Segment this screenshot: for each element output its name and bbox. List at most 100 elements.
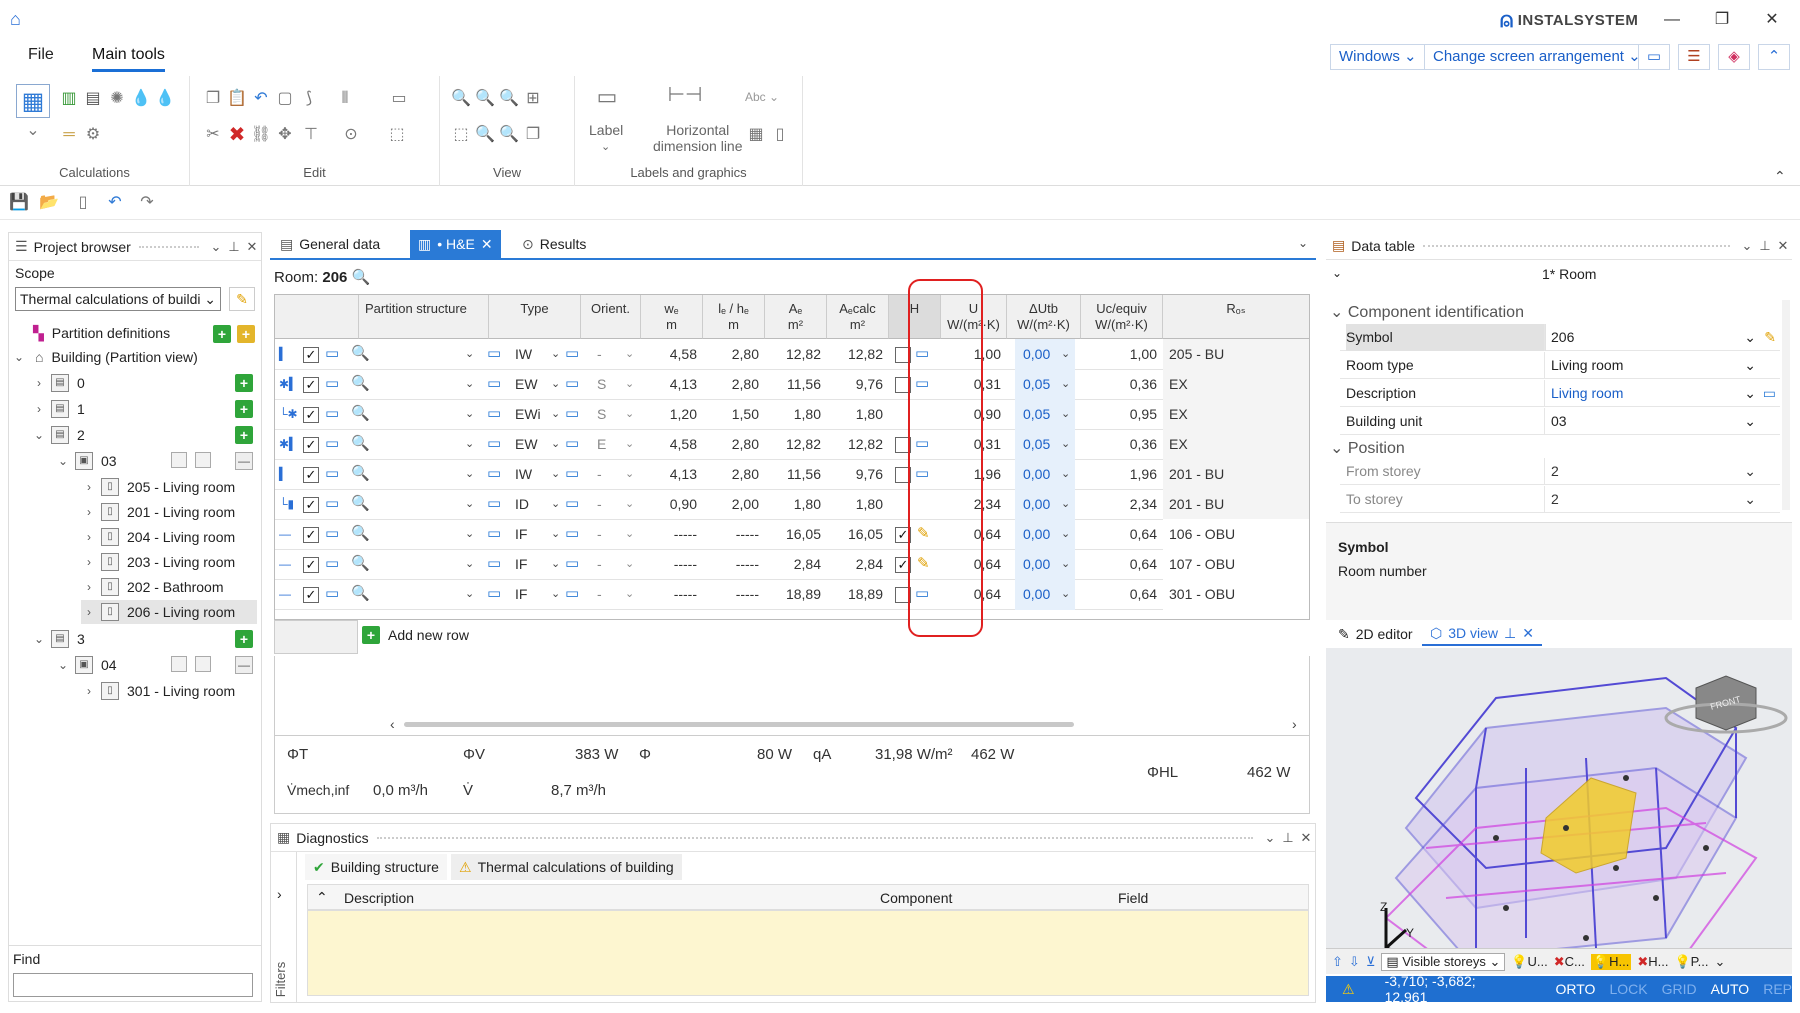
zoom-in-icon[interactable]: 🔍 (450, 88, 472, 110)
ribbon-collapse-icon[interactable]: ⌃ (1774, 168, 1786, 185)
row-checkbox[interactable]: ✓ (303, 437, 319, 453)
search-icon[interactable]: 🔍 (351, 494, 370, 512)
lock-toggle[interactable]: LOCK (1609, 981, 1647, 997)
chevron-down-icon[interactable]: ⌄ (1061, 429, 1070, 460)
to-storey-field[interactable]: 2 ⌄ (1544, 486, 1780, 513)
toggle-c-button[interactable]: ✖C... (1554, 954, 1585, 970)
table-row[interactable]: ✱▍ ✓ ▭ 🔍 ⌄ ▭ EW ⌄ ▭ E ⌄ 4,58 2,80 12,82 12,82 0,31 0,05 ⌄… (275, 429, 1309, 460)
calculator-icon[interactable]: ▦ (16, 84, 50, 118)
cell-we[interactable]: 1,20 (641, 399, 697, 430)
menu-file[interactable]: File (28, 46, 54, 64)
row-checkbox[interactable]: ✓ (303, 587, 319, 603)
symbol-field[interactable]: 206 ⌄ ✎ (1544, 324, 1780, 351)
tab-results[interactable]: ⊙ Results (514, 230, 594, 258)
link-icon[interactable]: ⛓ (250, 124, 272, 146)
windows-dropdown[interactable]: Windows ⌄ (1330, 44, 1426, 70)
cell-we[interactable]: 4,13 (641, 369, 697, 400)
diag-tab-thermal[interactable]: ⚠ Thermal calculations of building (451, 854, 682, 880)
zoom-area-icon[interactable]: ⊞ (522, 88, 544, 110)
chevron-down-icon[interactable]: ⌄ (1061, 489, 1070, 520)
row-checkbox[interactable]: ✓ (303, 527, 319, 543)
chevron-right-icon[interactable]: › (81, 530, 97, 544)
search-icon[interactable]: 🔍 (351, 374, 370, 392)
chevron-down-icon[interactable]: ⌄ (551, 339, 560, 370)
pin-icon[interactable]: ⊥ (225, 239, 243, 255)
fan-icon[interactable]: ✺ (106, 88, 128, 110)
monitor-icon[interactable]: ▭ (325, 375, 345, 393)
search-icon[interactable]: 🔍 (351, 524, 370, 542)
chevron-down-icon[interactable]: ⌄ (1061, 339, 1070, 370)
chevron-down-icon[interactable]: ⌄ (55, 658, 71, 672)
chevron-down-icon[interactable]: ⌄ (207, 239, 225, 255)
cut-icon[interactable]: ✂ (202, 124, 224, 146)
cell-le[interactable]: 2,00 (703, 489, 759, 520)
horizontal-dimension-button[interactable]: Horizontal dimension line (653, 122, 743, 154)
chevron-down-icon[interactable]: ⌄ (551, 459, 560, 490)
monitor-icon[interactable]: ▭ (565, 405, 585, 423)
visible-storeys-select[interactable]: ▤ Visible storeys ⌄ (1381, 952, 1506, 971)
row-checkbox[interactable]: ✓ (303, 377, 319, 393)
cell-orient[interactable]: - (597, 549, 602, 580)
filters-label[interactable]: Filters (273, 962, 288, 997)
minimize-button[interactable]: — (1652, 6, 1692, 34)
cell-we[interactable]: 4,13 (641, 459, 697, 490)
diag-tab-building-structure[interactable]: ✔ Building structure (305, 854, 447, 880)
filter-icon[interactable]: ⊻ (1366, 954, 1376, 970)
chevron-down-icon[interactable]: ⌄ (31, 428, 47, 442)
chevron-down-icon[interactable]: ⌄ (625, 489, 634, 520)
label-icon[interactable]: ▭ (589, 86, 625, 114)
scroll-right-icon[interactable]: › (1292, 716, 1297, 732)
chevron-down-icon[interactable]: ⌄ (551, 429, 560, 460)
maximize-button[interactable]: ❐ (1702, 6, 1742, 34)
chevron-down-icon[interactable]: ⌄ (625, 549, 634, 580)
monitor-icon[interactable]: ▭ (565, 465, 585, 483)
tree-item-building[interactable]: ⌄ ⌂ Building (Partition view) (11, 345, 198, 369)
zoom-fit-icon[interactable]: 🔍 (498, 88, 520, 110)
monitor-icon[interactable]: ▭ (325, 585, 345, 603)
chevron-down-icon[interactable]: ⌄ (625, 579, 634, 610)
table-row[interactable]: — ✓ ▭ 🔍 ⌄ ▭ IF ⌄ ▭ - ⌄ ----- ----- 18,89 18,89 0,64 0,00… (275, 579, 1309, 610)
cell-ros[interactable]: 107 - OBU (1163, 549, 1309, 580)
chevron-down-icon[interactable]: ⌄ (55, 454, 71, 468)
cell-le[interactable]: 2,80 (703, 459, 759, 490)
tab-3d-view[interactable]: ⬡ 3D view ⊥ ✕ (1422, 622, 1542, 646)
tree-item-room-201[interactable]: › ▯ 201 - Living room (81, 500, 235, 524)
select-icon[interactable]: ⬚ (386, 124, 408, 146)
room-type-field[interactable]: Living room ⌄ (1544, 352, 1780, 379)
chevron-right-icon[interactable]: › (81, 480, 97, 494)
cell-we[interactable]: ----- (641, 549, 697, 580)
pipe-icon[interactable]: ═ (58, 124, 80, 146)
monitor-icon[interactable]: ▭ (565, 375, 585, 393)
tree-item-partition-definitions[interactable]: ▚ Partition definitions (33, 321, 170, 345)
monitor-icon[interactable]: ▭ (565, 345, 585, 363)
save-icon[interactable]: 💾 (8, 192, 30, 214)
row-checkbox[interactable]: ✓ (303, 557, 319, 573)
chevron-down-icon[interactable]: ⌄ (551, 489, 560, 520)
chevron-down-icon[interactable]: ⌄ (465, 579, 474, 610)
cell-orient[interactable]: - (597, 579, 602, 610)
tree-item-room-206-selected[interactable]: › ▯ 206 - Living room (81, 600, 257, 624)
drop2-icon[interactable]: 💧 (154, 88, 176, 110)
table-row[interactable]: — ✓ ▭ 🔍 ⌄ ▭ IF ⌄ ▭ - ⌄ ----- ----- 2,84 2,84 0,64 0,00 ⌄ 0… (275, 549, 1309, 580)
chevron-down-icon[interactable]: ⌄ (1061, 459, 1070, 490)
row-checkbox[interactable]: ✓ (303, 467, 319, 483)
copy-icon[interactable]: ❐ (202, 88, 224, 110)
chevron-down-icon[interactable]: ⌄ (601, 140, 610, 153)
monitor-icon[interactable]: ▭ (487, 585, 507, 603)
description-field[interactable]: Living room ⌄ ▭ (1544, 380, 1780, 407)
chevron-down-icon[interactable]: ⌄ (465, 489, 474, 520)
cell-type[interactable]: EWi (515, 399, 541, 430)
monitor-icon[interactable]: ▭ (1638, 44, 1670, 70)
cell-orient[interactable]: - (597, 489, 602, 520)
chevron-right-icon[interactable]: › (81, 580, 97, 594)
monitor-icon[interactable]: ▭ (487, 465, 507, 483)
cell-we[interactable]: 0,90 (641, 489, 697, 520)
unit-option2-icon[interactable] (195, 452, 211, 468)
radiator-icon[interactable]: ▥ (58, 88, 80, 110)
move-icon[interactable]: ✥ (274, 124, 296, 146)
cell-type[interactable]: EW (515, 369, 538, 400)
monitor-icon[interactable]: ▭ (487, 345, 507, 363)
cell-ros[interactable]: EX (1163, 369, 1309, 400)
row-checkbox[interactable]: ✓ (303, 347, 319, 363)
tree-item-room-203[interactable]: › ▯ 203 - Living room (81, 550, 235, 574)
